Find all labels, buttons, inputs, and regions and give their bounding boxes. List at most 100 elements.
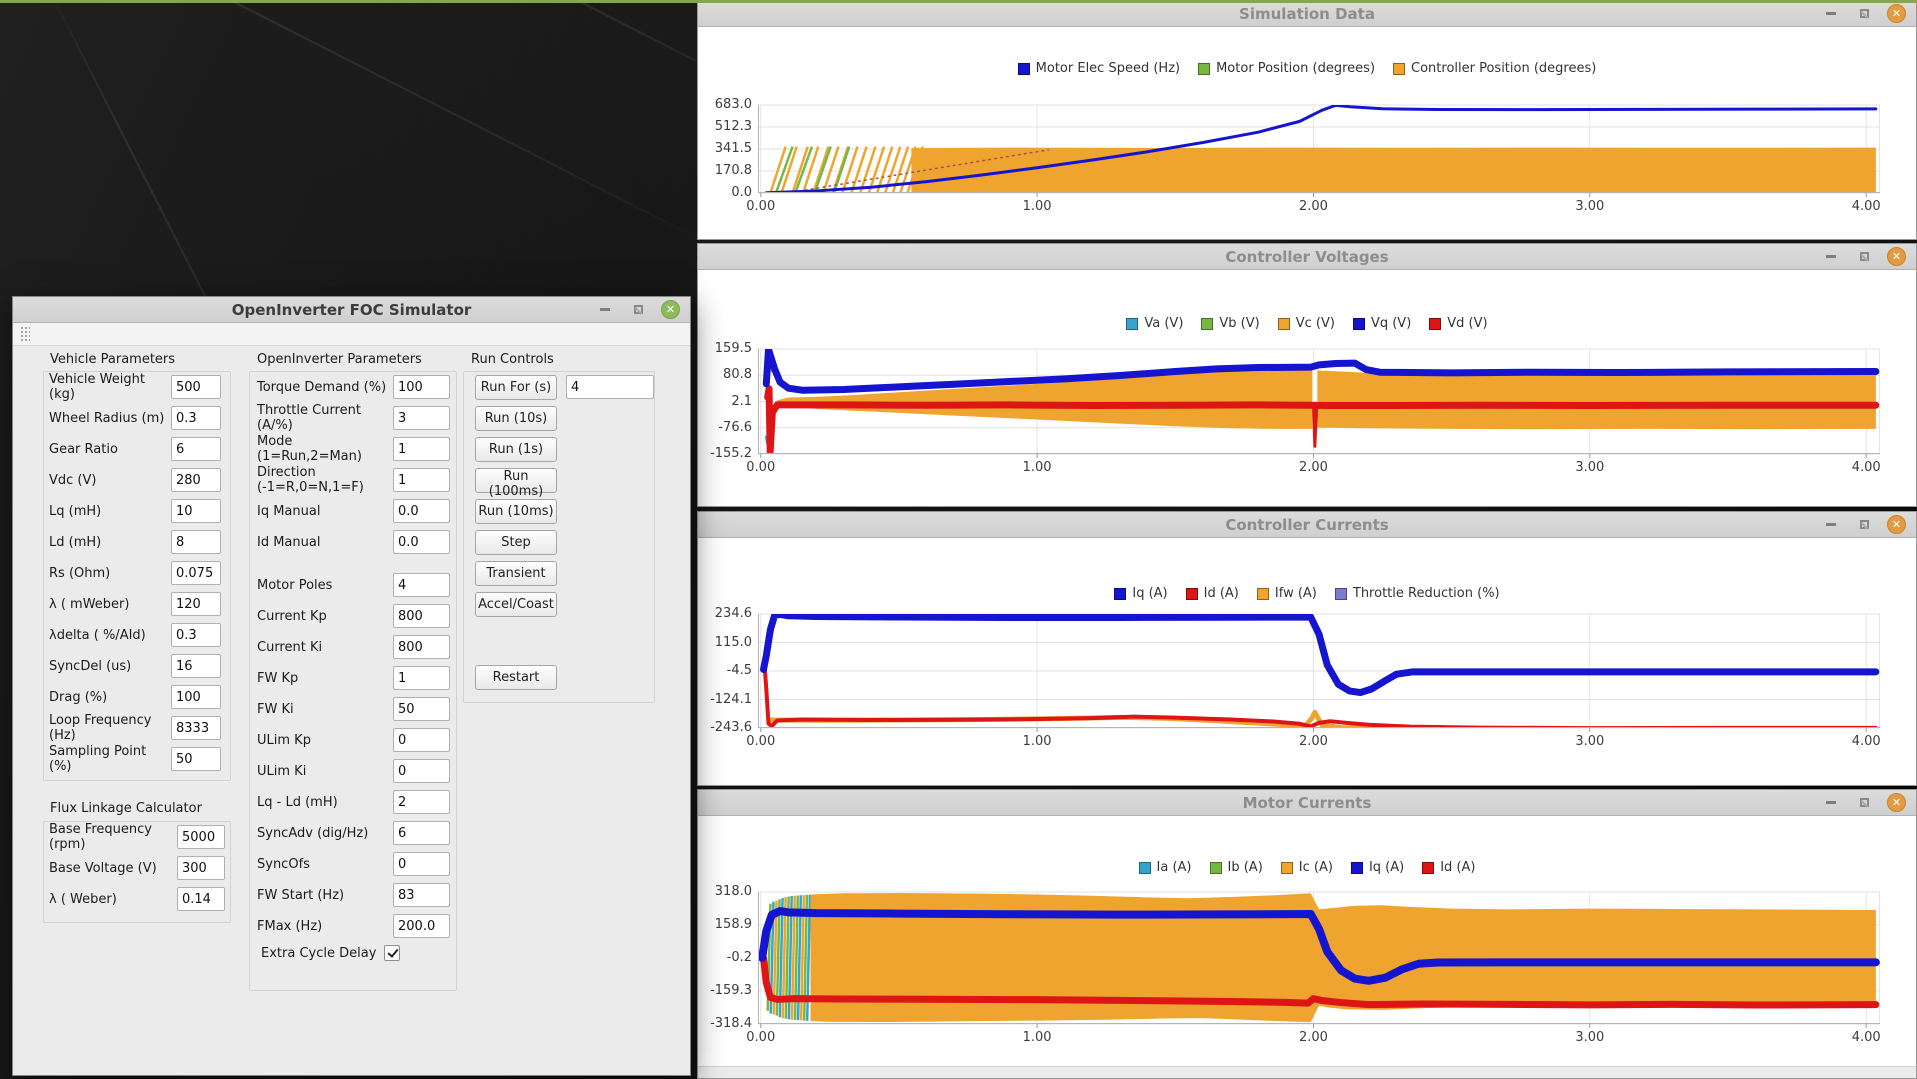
lq-mh-input[interactable]	[171, 499, 221, 523]
plot-area[interactable]	[758, 614, 1880, 733]
chart-window-titlebar[interactable]: Motor Currents ✕	[698, 790, 1916, 816]
fw-start-hz-input[interactable]	[393, 883, 450, 907]
wheel-radius-m-input[interactable]	[171, 406, 221, 430]
restore-button[interactable]	[628, 300, 648, 320]
mode-1-run-2-man-input[interactable]	[393, 437, 450, 461]
param-row-drag: Drag (%)	[49, 685, 221, 709]
minimize-button[interactable]	[595, 300, 615, 320]
lq-ld-mh-input[interactable]	[393, 790, 450, 814]
weber-input[interactable]	[177, 887, 225, 911]
syncofs-input[interactable]	[393, 852, 450, 876]
chart-window-titlebar[interactable]: Simulation Data ✕	[698, 1, 1916, 27]
sampling-point-input[interactable]	[171, 747, 221, 771]
plot-area[interactable]	[758, 105, 1880, 198]
syncdel-us-input[interactable]	[171, 654, 221, 678]
close-button[interactable]: ✕	[1887, 4, 1906, 23]
ulim-kp-input[interactable]	[393, 728, 450, 752]
current-ki-input[interactable]	[393, 635, 450, 659]
legend-ia-a: Ia (A)	[1139, 860, 1192, 875]
run-10ms-button[interactable]: Run (10ms)	[475, 499, 557, 524]
vehicle-weight-kg-input[interactable]	[171, 375, 221, 399]
run-10s-button[interactable]: Run (10s)	[475, 406, 557, 431]
fw-kp-label: FW Kp	[257, 671, 393, 686]
restore-button[interactable]	[1854, 793, 1874, 813]
restore-button[interactable]	[1854, 515, 1874, 535]
base-frequency-rpm-input[interactable]	[177, 825, 225, 849]
legend-ic-a: Ic (A)	[1281, 860, 1333, 875]
wallpaper-line	[0, 0, 716, 248]
close-icon: ✕	[1892, 7, 1901, 20]
drag-input[interactable]	[171, 685, 221, 709]
chart-window-titlebar[interactable]: Controller Voltages ✕	[698, 244, 1916, 270]
close-button[interactable]: ✕	[1887, 247, 1906, 266]
torque-demand-input[interactable]	[393, 375, 450, 399]
direction-1-r-0-n-1-f-input[interactable]	[393, 468, 450, 492]
fmax-hz-input[interactable]	[393, 914, 450, 938]
foc-simulator-window: OpenInverter FOC Simulator ✕ Vehicle Par…	[12, 296, 691, 1076]
run-100ms-button[interactable]: Run (100ms)	[475, 468, 557, 493]
param-row-wheel-radius-m: Wheel Radius (m)	[49, 406, 221, 430]
gear-ratio-input[interactable]	[171, 437, 221, 461]
extra-cycle-delay-checkbox[interactable]	[384, 945, 400, 961]
minimize-button[interactable]	[1821, 515, 1841, 535]
base-voltage-v-input[interactable]	[177, 856, 225, 880]
y-tick: -243.6	[702, 720, 752, 735]
fmax-hz-label: FMax (Hz)	[257, 919, 393, 934]
close-button[interactable]: ✕	[1887, 793, 1906, 812]
plot-area[interactable]	[758, 349, 1880, 459]
close-button[interactable]: ✕	[661, 300, 680, 319]
legend-id-a: Id (A)	[1186, 586, 1239, 601]
mweber-input[interactable]	[171, 592, 221, 616]
fw-ki-input[interactable]	[393, 697, 450, 721]
legend-va-v: Va (V)	[1126, 316, 1183, 331]
run-for-button[interactable]: Run For (s)	[475, 375, 557, 400]
base-voltage-v-label: Base Voltage (V)	[49, 861, 177, 876]
syncadv-dig-hz-input[interactable]	[393, 821, 450, 845]
current-kp-input[interactable]	[393, 604, 450, 628]
y-tick: -124.1	[702, 692, 752, 707]
foc-window-titlebar[interactable]: OpenInverter FOC Simulator ✕	[13, 297, 690, 323]
throttle-current-a-input[interactable]	[393, 406, 450, 430]
plot-area[interactable]	[758, 892, 1880, 1029]
window-title: Simulation Data	[698, 5, 1916, 23]
ulim-ki-input[interactable]	[393, 759, 450, 783]
delta-aid-input[interactable]	[171, 623, 221, 647]
fw-kp-input[interactable]	[393, 666, 450, 690]
step-button[interactable]: Step	[475, 530, 557, 555]
iq-manual-input[interactable]	[393, 499, 450, 523]
mode-1-run-2-man-label: Mode (1=Run,2=Man)	[257, 434, 393, 464]
legend-vb-v: Vb (V)	[1201, 316, 1259, 331]
toolbar-grip-handle[interactable]	[20, 326, 30, 343]
minimize-button[interactable]	[1821, 793, 1841, 813]
id-manual-input[interactable]	[393, 530, 450, 554]
param-row-torque-demand: Torque Demand (%)	[257, 375, 450, 399]
ld-mh-input[interactable]	[171, 530, 221, 554]
minimize-button[interactable]	[1821, 247, 1841, 267]
transient-button[interactable]: Transient	[475, 561, 557, 586]
y-tick: -4.5	[702, 663, 752, 678]
restart-button[interactable]: Restart	[475, 665, 557, 690]
restore-button[interactable]	[1854, 247, 1874, 267]
x-tick: 0.00	[739, 199, 783, 214]
vdc-v-input[interactable]	[171, 468, 221, 492]
torque-demand-label: Torque Demand (%)	[257, 380, 393, 395]
close-button[interactable]: ✕	[1887, 515, 1906, 534]
legend-controller-position-degrees: Controller Position (degrees)	[1393, 61, 1596, 76]
rs-ohm-input[interactable]	[171, 561, 221, 585]
restore-icon	[1860, 520, 1869, 529]
run-for-input[interactable]	[566, 375, 654, 399]
x-tick: 4.00	[1844, 460, 1888, 475]
motor-poles-input[interactable]	[393, 573, 450, 597]
x-tick: 4.00	[1844, 199, 1888, 214]
legend-motor-elec-speed-hz: Motor Elec Speed (Hz)	[1018, 61, 1180, 76]
legend-swatch	[1278, 318, 1290, 330]
minimize-button[interactable]	[1821, 4, 1841, 24]
accel-coast-button[interactable]: Accel/Coast	[475, 592, 557, 617]
vehicle-params-rows: Vehicle Weight (kg) Wheel Radius (m) Gea…	[49, 375, 221, 771]
run-1s-button[interactable]: Run (1s)	[475, 437, 557, 462]
chart-window-titlebar[interactable]: Controller Currents ✕	[698, 512, 1916, 538]
restore-icon	[1860, 9, 1869, 18]
oi-params-rows-b: Motor Poles Current Kp Current Ki FW Kp …	[257, 573, 450, 938]
loop-frequency-hz-input[interactable]	[171, 716, 221, 740]
restore-button[interactable]	[1854, 4, 1874, 24]
